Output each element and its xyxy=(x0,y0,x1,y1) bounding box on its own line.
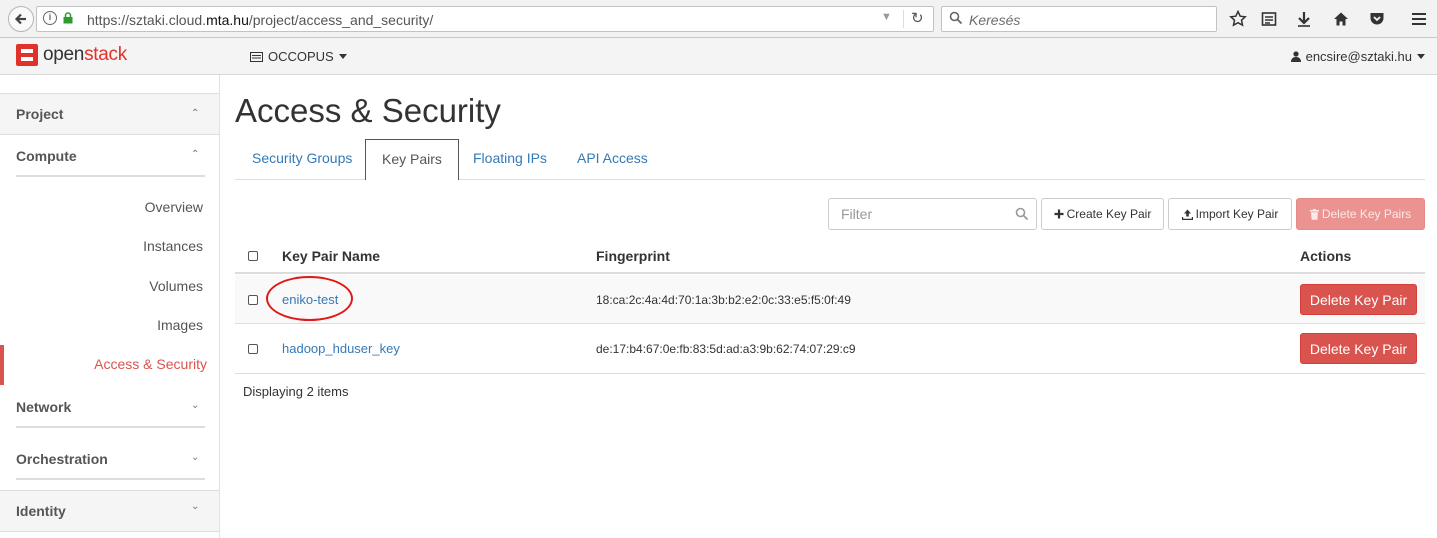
reload-icon[interactable]: ↻ xyxy=(911,9,924,27)
delete-key-pairs-button[interactable]: Delete Key Pairs xyxy=(1296,198,1425,230)
sidebar: Project ⌃ Compute ⌃ Overview Instances V… xyxy=(0,75,220,538)
history-dropdown-icon[interactable]: ▼ xyxy=(881,11,892,23)
row-divider xyxy=(235,373,1425,374)
caret-down-icon xyxy=(338,54,347,59)
highlight-annotation xyxy=(266,276,353,321)
delete-key-pair-button[interactable]: Delete Key Pair xyxy=(1300,333,1417,364)
sidebar-item-images[interactable]: Images xyxy=(157,317,203,333)
sidebar-orchestration-label: Orchestration xyxy=(16,451,108,467)
sidebar-item-instances[interactable]: Instances xyxy=(143,238,203,254)
delete-key-pair-button[interactable]: Delete Key Pair xyxy=(1300,284,1417,315)
sidebar-group-compute[interactable]: Compute ⌃ xyxy=(16,137,205,177)
fingerprint-value: 18:ca:2c:4a:4d:70:1a:3b:b2:e2:0c:33:e5:f… xyxy=(596,293,851,307)
tab-api-access[interactable]: API Access xyxy=(561,139,664,180)
sidebar-group-network[interactable]: Network ⌄ xyxy=(16,388,205,428)
create-key-pair-label: Create Key Pair xyxy=(1066,207,1152,221)
table-header-divider xyxy=(235,272,1425,274)
select-all-checkbox[interactable] xyxy=(248,251,258,261)
tab-security-groups[interactable]: Security Groups xyxy=(236,139,368,180)
sidebar-item-label: Access & Security xyxy=(94,356,207,372)
project-name: OCCOPUS xyxy=(268,49,334,64)
logo-text: openstack xyxy=(43,44,127,65)
search-icon[interactable] xyxy=(1015,207,1029,221)
reading-list-icon[interactable] xyxy=(1259,9,1279,29)
upload-icon xyxy=(1181,209,1193,220)
openstack-logo-icon xyxy=(16,44,38,66)
page-title: Access & Security xyxy=(235,92,501,129)
filter-input[interactable] xyxy=(841,206,1001,222)
sidebar-item-overview[interactable]: Overview xyxy=(145,199,203,215)
sidebar-project-label: Project xyxy=(16,106,64,122)
caret-down-icon xyxy=(1417,54,1425,59)
download-icon[interactable] xyxy=(1294,9,1314,29)
project-selector[interactable]: OCCOPUS xyxy=(250,49,347,64)
sidebar-network-label: Network xyxy=(16,399,72,415)
import-key-pair-button[interactable]: Import Key Pair xyxy=(1168,198,1292,230)
search-placeholder: Keresés xyxy=(969,12,1021,28)
sidebar-item-access-security[interactable]: Access & Security xyxy=(0,345,219,385)
tab-floating-ips[interactable]: Floating IPs xyxy=(457,139,563,180)
info-icon[interactable]: i xyxy=(43,11,57,25)
row-checkbox[interactable] xyxy=(248,344,258,354)
create-key-pair-button[interactable]: Create Key Pair xyxy=(1041,198,1164,230)
search-icon xyxy=(949,11,963,25)
chevron-down-icon: ⌄ xyxy=(191,452,200,463)
tab-bar: Security Groups Key Pairs Floating IPs A… xyxy=(235,139,1425,180)
user-icon xyxy=(1290,51,1301,62)
table-footer-count: Displaying 2 items xyxy=(243,384,349,399)
column-header-fingerprint[interactable]: Fingerprint xyxy=(596,248,670,264)
key-pair-link[interactable]: hadoop_hduser_key xyxy=(282,341,400,356)
browser-search-input[interactable]: Keresés xyxy=(941,6,1217,32)
sidebar-panel-identity[interactable]: Identity ⌄ xyxy=(0,490,219,532)
user-menu[interactable]: encsire@sztaki.hu xyxy=(1290,49,1425,64)
delete-key-pairs-label: Delete Key Pairs xyxy=(1321,207,1412,221)
sidebar-panel-project[interactable]: Project ⌃ xyxy=(0,93,219,135)
sidebar-group-orchestration[interactable]: Orchestration ⌄ xyxy=(16,440,205,480)
url-text: https://sztaki.cloud.mta.hu/project/acce… xyxy=(87,12,434,28)
column-header-name[interactable]: Key Pair Name xyxy=(282,248,380,264)
user-name: encsire@sztaki.hu xyxy=(1305,49,1412,64)
column-header-actions: Actions xyxy=(1300,248,1352,264)
sidebar-item-volumes[interactable]: Volumes xyxy=(149,278,203,294)
back-button[interactable] xyxy=(8,6,34,32)
lock-icon xyxy=(63,12,73,24)
sidebar-identity-label: Identity xyxy=(16,503,66,519)
filter-field[interactable] xyxy=(828,198,1037,230)
tab-key-pairs[interactable]: Key Pairs xyxy=(365,139,459,180)
address-bar[interactable]: i https://sztaki.cloud.mta.hu/project/ac… xyxy=(36,6,934,32)
arrow-left-icon xyxy=(14,13,26,25)
openstack-logo[interactable]: openstack xyxy=(16,44,127,66)
server-icon xyxy=(250,51,263,62)
chevron-down-icon: ⌄ xyxy=(191,501,200,512)
row-divider xyxy=(235,323,1425,324)
row-checkbox[interactable] xyxy=(248,295,258,305)
menu-icon[interactable] xyxy=(1409,9,1429,29)
top-navbar: openstack OCCOPUS encsire@sztaki.hu xyxy=(0,38,1437,75)
sidebar-compute-label: Compute xyxy=(16,148,77,164)
plus-icon xyxy=(1054,209,1064,219)
pocket-icon[interactable] xyxy=(1367,9,1387,29)
browser-toolbar: i https://sztaki.cloud.mta.hu/project/ac… xyxy=(0,0,1437,38)
chevron-up-icon: ⌃ xyxy=(191,149,200,160)
chevron-up-icon: ⌃ xyxy=(191,108,200,119)
fingerprint-value: de:17:b4:67:0e:fb:83:5d:ad:a3:9b:62:74:0… xyxy=(596,342,856,356)
home-icon[interactable] xyxy=(1331,9,1351,29)
import-key-pair-label: Import Key Pair xyxy=(1195,207,1279,221)
url-separator xyxy=(903,10,904,28)
bookmark-star-icon[interactable] xyxy=(1228,9,1248,29)
chevron-down-icon: ⌄ xyxy=(191,400,200,411)
trash-icon xyxy=(1309,208,1319,220)
